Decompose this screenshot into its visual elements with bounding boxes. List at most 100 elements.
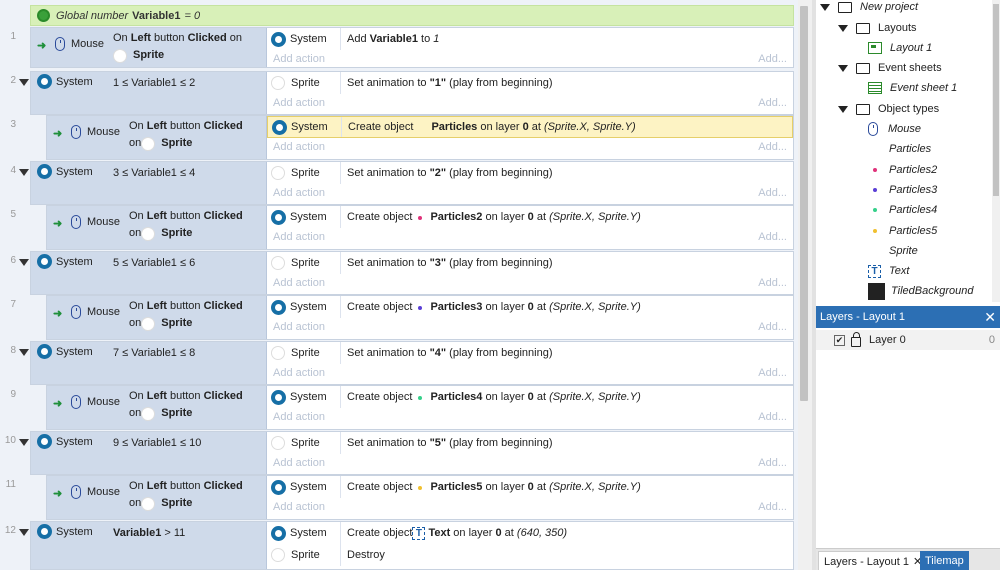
expand-icon[interactable]	[838, 24, 848, 32]
project-panel[interactable]: New project Layouts Layout 1 Event sheets Ev…	[816, 0, 1000, 302]
expand-icon[interactable]	[838, 64, 848, 72]
action-row[interactable]: System Create object Particles5 on layer 0…	[267, 476, 793, 498]
add-action-row[interactable]: Add action Add...	[267, 138, 793, 156]
add-action-link[interactable]: Add action	[273, 411, 325, 423]
add-action-row[interactable]: Add action Add...	[267, 94, 793, 112]
action-object[interactable]: System	[267, 28, 341, 50]
add-action-link[interactable]: Add action	[273, 97, 325, 109]
action-row[interactable]: System Create object Particles3 on layer 0…	[267, 296, 793, 318]
event-row[interactable]: 9 ➜ Mouse On Left button Clicked on Sprite Sys…	[0, 385, 798, 430]
action-text[interactable]: Create object T Text on layer 0 at (640, 3…	[341, 526, 567, 540]
visibility-checkbox[interactable]: ✔	[834, 334, 845, 346]
action-object[interactable]: System	[267, 206, 341, 228]
event-body[interactable]: System 7 ≤ Variable1 ≤ 8 Sprite Set animati…	[30, 341, 794, 385]
add-action-link[interactable]: Add action	[273, 367, 325, 379]
event-row[interactable]: 8 System 7 ≤ Variable1 ≤ 8 Sprite Set animat…	[0, 341, 798, 385]
action-text[interactable]: Create object Particles2 on layer 0 at (S…	[341, 211, 641, 223]
tree-event-sheets[interactable]: Event sheets	[838, 58, 942, 78]
condition-object[interactable]: System	[37, 524, 93, 539]
condition-object[interactable]: System	[37, 164, 93, 179]
condition-object[interactable]: System	[37, 254, 93, 269]
add-action-link[interactable]: Add action	[273, 457, 325, 469]
action-object[interactable]: System	[267, 386, 341, 408]
tree-root[interactable]: New project	[820, 0, 918, 17]
add-action-link[interactable]: Add action	[273, 321, 325, 333]
condition-object[interactable]: Mouse	[55, 37, 104, 51]
action-text[interactable]: Create object Particles3 on layer 0 at (S…	[341, 301, 641, 313]
action-row[interactable]: System Create object Particles2 on layer 0…	[267, 206, 793, 228]
tree-object-particles4[interactable]: Particles4	[868, 200, 937, 220]
add-action-row[interactable]: Add action Add...	[267, 274, 793, 292]
condition-text[interactable]: On Left button Clicked on Sprite	[129, 388, 243, 422]
condition-object[interactable]: System	[37, 74, 93, 89]
add-more-link[interactable]: Add...	[758, 321, 787, 333]
action-text[interactable]: Create object Particles4 on layer 0 at (S…	[341, 391, 641, 403]
condition-object[interactable]: Mouse	[71, 125, 120, 139]
event-row[interactable]: 2 System 1 ≤ Variable1 ≤ 2 Sprite Set animat…	[0, 71, 798, 115]
add-more-link[interactable]: Add...	[758, 367, 787, 379]
collapse-icon[interactable]	[19, 439, 29, 446]
add-action-link[interactable]: Add action	[273, 501, 325, 513]
collapse-icon[interactable]	[19, 169, 29, 176]
action-text[interactable]: Set animation to "2" (play from beginnin…	[341, 167, 553, 179]
condition-text[interactable]: On Left button Clicked on Sprite	[129, 208, 243, 242]
tree-object-types[interactable]: Object types	[838, 99, 939, 119]
action-row[interactable]: System Create object Particles4 on layer 0…	[267, 386, 793, 408]
action-object[interactable]: Sprite	[267, 252, 341, 274]
tree-object-mouse[interactable]: Mouse	[868, 119, 921, 139]
event-body[interactable]: ➜ Mouse On Left button Clicked on Sprite Sys…	[30, 27, 794, 68]
tree-object-text[interactable]: T Text	[868, 261, 909, 281]
event-body[interactable]: ➜ Mouse On Left button Clicked on Sprite Syst…	[46, 205, 794, 250]
condition-text[interactable]: 5 ≤ Variable1 ≤ 6	[113, 255, 195, 272]
event-body[interactable]: ➜ Mouse On Left button Clicked on Sprite Syst…	[46, 475, 794, 520]
collapse-icon[interactable]	[19, 259, 29, 266]
add-more-link[interactable]: Add...	[758, 231, 787, 243]
action-text[interactable]: Create object Particles on layer 0 at (Sp…	[342, 121, 636, 133]
event-sheet-scrollbar[interactable]	[798, 0, 812, 570]
event-body[interactable]: ➜ Mouse On Left button Clicked on Sprite Syst…	[46, 115, 794, 160]
add-more-link[interactable]: Add...	[758, 97, 787, 109]
condition-object[interactable]: Mouse	[71, 485, 120, 499]
action-row[interactable]: Sprite Set animation to "5" (play from be…	[267, 432, 793, 454]
add-action-row[interactable]: Add action Add...	[267, 50, 793, 68]
condition-object[interactable]: System	[37, 344, 93, 359]
tree-event-sheet-1[interactable]: Event sheet 1	[868, 78, 957, 98]
action-object[interactable]: Sprite	[267, 544, 341, 566]
add-action-row[interactable]: Add action Add...	[267, 408, 793, 426]
action-row[interactable]: Sprite Set animation to "3" (play from be…	[267, 252, 793, 274]
action-text[interactable]: Set animation to "5" (play from beginnin…	[341, 437, 553, 449]
event-row[interactable]: 7 ➜ Mouse On Left button Clicked on Sprite Sys…	[0, 295, 798, 340]
condition-text[interactable]: 9 ≤ Variable1 ≤ 10	[113, 435, 201, 452]
tree-object-particles[interactable]: Particles	[868, 139, 931, 159]
add-action-row[interactable]: Add action Add...	[267, 318, 793, 336]
action-object[interactable]: System	[267, 522, 341, 544]
collapse-icon[interactable]	[19, 529, 29, 536]
add-more-link[interactable]: Add...	[758, 411, 787, 423]
event-body[interactable]: ➜ Mouse On Left button Clicked on Sprite Syst…	[46, 385, 794, 430]
action-row[interactable]: Sprite Set animation to "2" (play from be…	[267, 162, 793, 184]
project-scrollbar[interactable]	[992, 0, 1000, 302]
add-action-link[interactable]: Add action	[273, 141, 325, 153]
condition-object[interactable]: Mouse	[71, 215, 120, 229]
tree-object-particles2[interactable]: Particles2	[868, 160, 937, 180]
action-row[interactable]: System Create object T Text on layer 0 at (…	[267, 522, 793, 544]
lock-icon[interactable]	[851, 332, 861, 347]
condition-text[interactable]: On Left button Clicked on Sprite	[129, 298, 243, 332]
action-object[interactable]: System	[268, 117, 342, 137]
event-body[interactable]: System 5 ≤ Variable1 ≤ 6 Sprite Set animati…	[30, 251, 794, 295]
add-more-link[interactable]: Add...	[758, 141, 787, 153]
condition-text[interactable]: 3 ≤ Variable1 ≤ 4	[113, 165, 195, 182]
action-row[interactable]: System Create object Particles on layer 0 …	[267, 116, 793, 138]
event-row[interactable]: 10 System 9 ≤ Variable1 ≤ 10 Sprite Set anim…	[0, 431, 798, 475]
condition-object[interactable]: Mouse	[71, 395, 120, 409]
action-object[interactable]: Sprite	[267, 162, 341, 184]
action-object[interactable]: Sprite	[267, 72, 341, 94]
add-action-row[interactable]: Add action Add...	[267, 364, 793, 382]
add-action-row[interactable]: Add action Add...	[267, 498, 793, 516]
action-object[interactable]: Sprite	[267, 342, 341, 364]
action-text[interactable]: Set animation to "1" (play from beginnin…	[341, 77, 553, 89]
event-row[interactable]: 3 ➜ Mouse On Left button Clicked on Sprite Sys…	[0, 115, 798, 160]
action-row[interactable]: Sprite Destroy	[267, 544, 793, 566]
action-row[interactable]: System Add Variable1 to 1	[267, 28, 793, 50]
tab-tilemap[interactable]: Tilemap	[920, 551, 969, 570]
